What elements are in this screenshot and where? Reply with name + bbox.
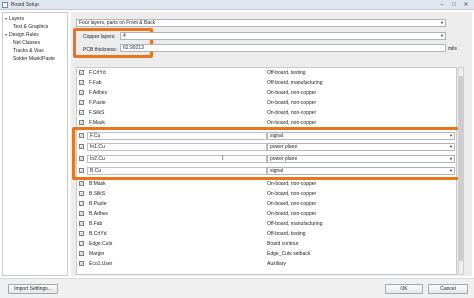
layer-name: Margin	[89, 251, 105, 257]
layer-enable-checkbox[interactable]: ✓	[79, 211, 84, 216]
layer-row: ✓ B.Adhes On-board, non-copper	[77, 209, 456, 219]
chevron-down-icon: ▼	[440, 33, 444, 38]
layer-enable-checkbox[interactable]: ✓	[79, 251, 84, 256]
tree-item-label: Tracks & Vias	[13, 48, 44, 54]
layer-row: ✓ Margin Edge_Cuts setback	[77, 249, 456, 259]
title-bar: Board Setup – □ ✕	[0, 0, 474, 10]
tree-item-design-rules[interactable]: ▾ Design Rules	[5, 32, 39, 38]
layer-description: On-board, non-copper	[267, 181, 317, 187]
layer-name: B.Fab	[89, 221, 103, 227]
layer-enable-checkbox[interactable]: ✓	[79, 191, 84, 196]
ok-button[interactable]: OK	[385, 284, 423, 294]
layer-description: On-board, non-copper	[267, 191, 317, 197]
tree-item-text-graphics[interactable]: Text & Graphics	[13, 24, 48, 30]
copper-layers-value: 4	[123, 33, 126, 39]
layer-enable-checkbox[interactable]: ✓	[79, 90, 84, 95]
layer-enable-checkbox[interactable]: ✓	[79, 181, 84, 186]
layer-row: ✓ B.Fab Off-board, manufacturing	[77, 219, 456, 229]
preset-value: Four layers, parts on Front & Back	[79, 20, 156, 26]
tree-item-tracks-vias[interactable]: Tracks & Vias	[13, 48, 44, 54]
layer-enable-checkbox[interactable]: ✓	[79, 231, 84, 236]
layer-name: Eco1.User	[89, 261, 113, 267]
tree-item-label: Net Classes	[13, 40, 40, 46]
layer-name: B.Mask	[89, 181, 106, 187]
pcb-thickness-input[interactable]: 62.99213	[120, 44, 446, 52]
layer-enable-checkbox[interactable]: ✓	[79, 70, 84, 75]
chevron-down-icon: ▼	[440, 20, 444, 25]
layer-enable-checkbox[interactable]: ✓	[79, 110, 84, 115]
layer-description: Auxiliary	[267, 261, 286, 267]
layer-row: ✓ Eco1.User Auxiliary	[77, 259, 456, 269]
tree-item-label: Layers	[9, 16, 25, 22]
layer-description: Edge_Cuts setback	[267, 251, 311, 257]
layer-name: Edge.Cuts	[89, 241, 113, 247]
pcb-thickness-label: PCB thickness:	[83, 47, 117, 53]
cancel-button[interactable]: Cancel	[428, 284, 468, 294]
pcb-thickness-value: 62.99213	[123, 45, 144, 51]
layer-enable-checkbox[interactable]: ✓	[79, 221, 84, 226]
layer-row: ✓ F.CrtYd Off-board, testing	[77, 68, 456, 78]
layer-name: B.Adhes	[89, 211, 108, 217]
layer-enable-checkbox[interactable]: ✓	[79, 241, 84, 246]
layers-scrollbar[interactable]	[458, 67, 464, 275]
layer-enable-checkbox[interactable]: ✓	[79, 261, 84, 266]
maximize-button[interactable]: □	[448, 1, 460, 9]
layer-description: Off-board, testing	[267, 70, 306, 76]
layer-name: B.CrtYd	[89, 231, 107, 237]
layer-description: On-board, non-copper	[267, 100, 317, 106]
layer-name: F.Adhes	[89, 90, 108, 96]
layer-name: B.Paste	[89, 201, 107, 207]
layer-description: On-board, non-copper	[267, 90, 317, 96]
layer-enable-checkbox[interactable]: ✓	[79, 120, 84, 125]
layer-description: Off-board, testing	[267, 231, 306, 237]
window-title: Board Setup	[11, 2, 39, 8]
highlight-box-copper-layers	[72, 127, 463, 180]
layer-description: Board contour	[267, 241, 299, 247]
layer-row: ✓ B.CrtYd Off-board, testing	[77, 229, 456, 239]
layer-description: Off-board, manufacturing	[267, 80, 323, 86]
minimize-button[interactable]: –	[436, 1, 448, 9]
tree-item-solder-mask-paste[interactable]: Solder Mask/Paste	[13, 56, 55, 62]
layer-description: Off-board, manufacturing	[267, 221, 323, 227]
layer-description: On-board, non-copper	[267, 211, 317, 217]
layer-description: On-board, non-copper	[267, 120, 317, 126]
layer-enable-checkbox[interactable]: ✓	[79, 80, 84, 85]
dialog-footer: Import Settings... OK Cancel	[0, 278, 474, 298]
layer-name: B.SilkS	[89, 191, 106, 197]
import-settings-button[interactable]: Import Settings...	[8, 284, 58, 294]
layer-enable-checkbox[interactable]: ✓	[79, 100, 84, 105]
tree-item-label: Solder Mask/Paste	[13, 56, 55, 62]
copper-layers-label: Copper layers:	[83, 34, 116, 40]
layer-name: F.Mask	[89, 120, 105, 126]
settings-tree: ▾ Layers Text & Graphics ▾ Design Rules Ne…	[2, 12, 68, 276]
layer-row: ✓ F.SilkS On-board, non-copper	[77, 108, 456, 118]
layer-name: F.SilkS	[89, 110, 105, 116]
layer-name: F.Paste	[89, 100, 106, 106]
layer-row: ✓ Edge.Cuts Board contour	[77, 239, 456, 249]
layer-name: F.Fab	[89, 80, 102, 86]
preset-layers-select[interactable]: Four layers, parts on Front & Back ▼	[76, 19, 446, 27]
close-button[interactable]: ✕	[460, 1, 472, 9]
layer-row: ✓ B.Mask On-board, non-copper	[77, 179, 456, 189]
layer-enable-checkbox[interactable]: ✓	[79, 201, 84, 206]
scrollbar-thumb[interactable]	[459, 76, 463, 261]
layer-row: ✓ B.SilkS On-board, non-copper	[77, 189, 456, 199]
window-icon	[2, 2, 8, 8]
layer-name: F.CrtYd	[89, 70, 106, 76]
layer-row: ✓ F.Fab Off-board, manufacturing	[77, 78, 456, 88]
tree-item-net-classes[interactable]: Net Classes	[13, 40, 40, 46]
layer-description: On-board, non-copper	[267, 110, 317, 116]
tree-item-layers[interactable]: ▾ Layers	[5, 16, 24, 22]
copper-layers-select[interactable]: 4 ▼	[120, 32, 446, 40]
layer-row: ✓ B.Paste On-board, non-copper	[77, 199, 456, 209]
text-cursor-icon: I	[222, 156, 224, 162]
tree-item-label: Design Rules	[9, 32, 39, 38]
pcb-thickness-unit: mils	[448, 46, 457, 52]
tree-item-label: Text & Graphics	[13, 24, 49, 30]
layer-row: ✓ F.Adhes On-board, non-copper	[77, 88, 456, 98]
layer-description: On-board, non-copper	[267, 201, 317, 207]
layer-row: ✓ F.Paste On-board, non-copper	[77, 98, 456, 108]
